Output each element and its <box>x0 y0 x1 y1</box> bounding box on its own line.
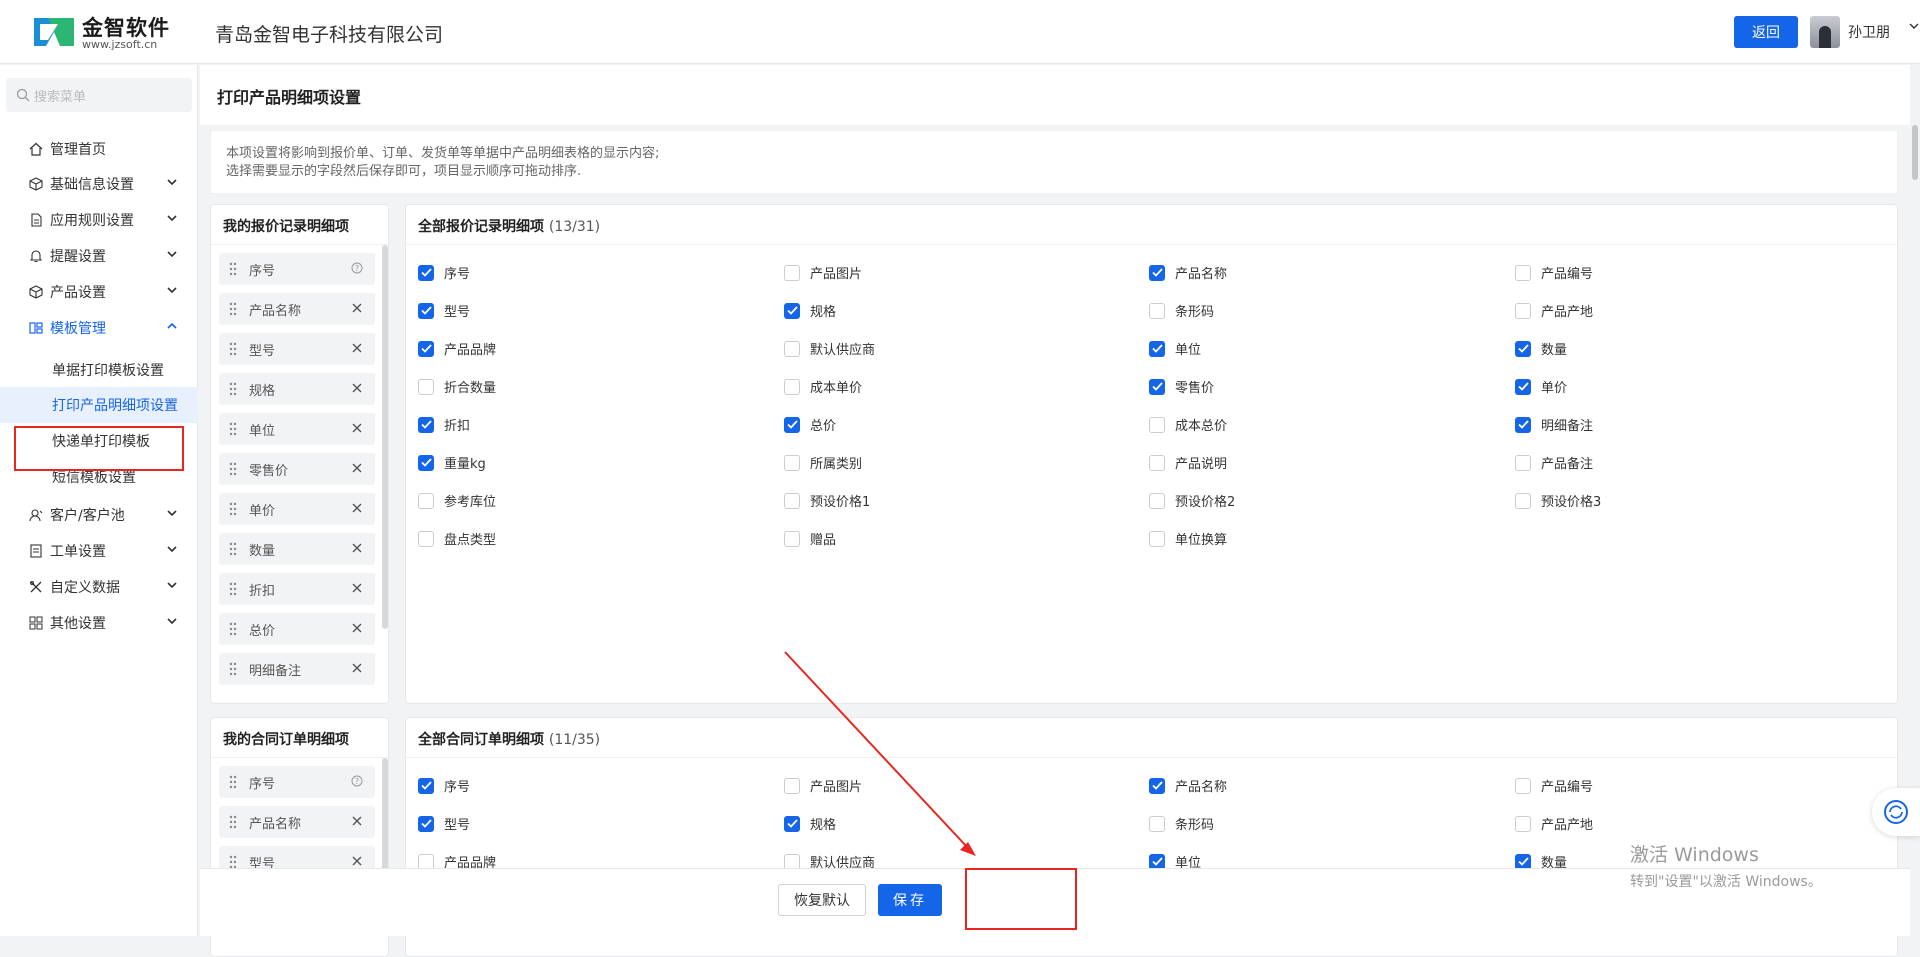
sync-icon[interactable] <box>1872 788 1920 836</box>
watermark-line: 转到"设置"以激活 Windows。 <box>1630 874 1822 890</box>
annotation-arrow <box>784 651 976 856</box>
windows-activation-watermark: 激活 Windows 转到"设置"以激活 Windows。 <box>1630 840 1822 891</box>
watermark-line: 激活 Windows <box>1630 844 1759 866</box>
